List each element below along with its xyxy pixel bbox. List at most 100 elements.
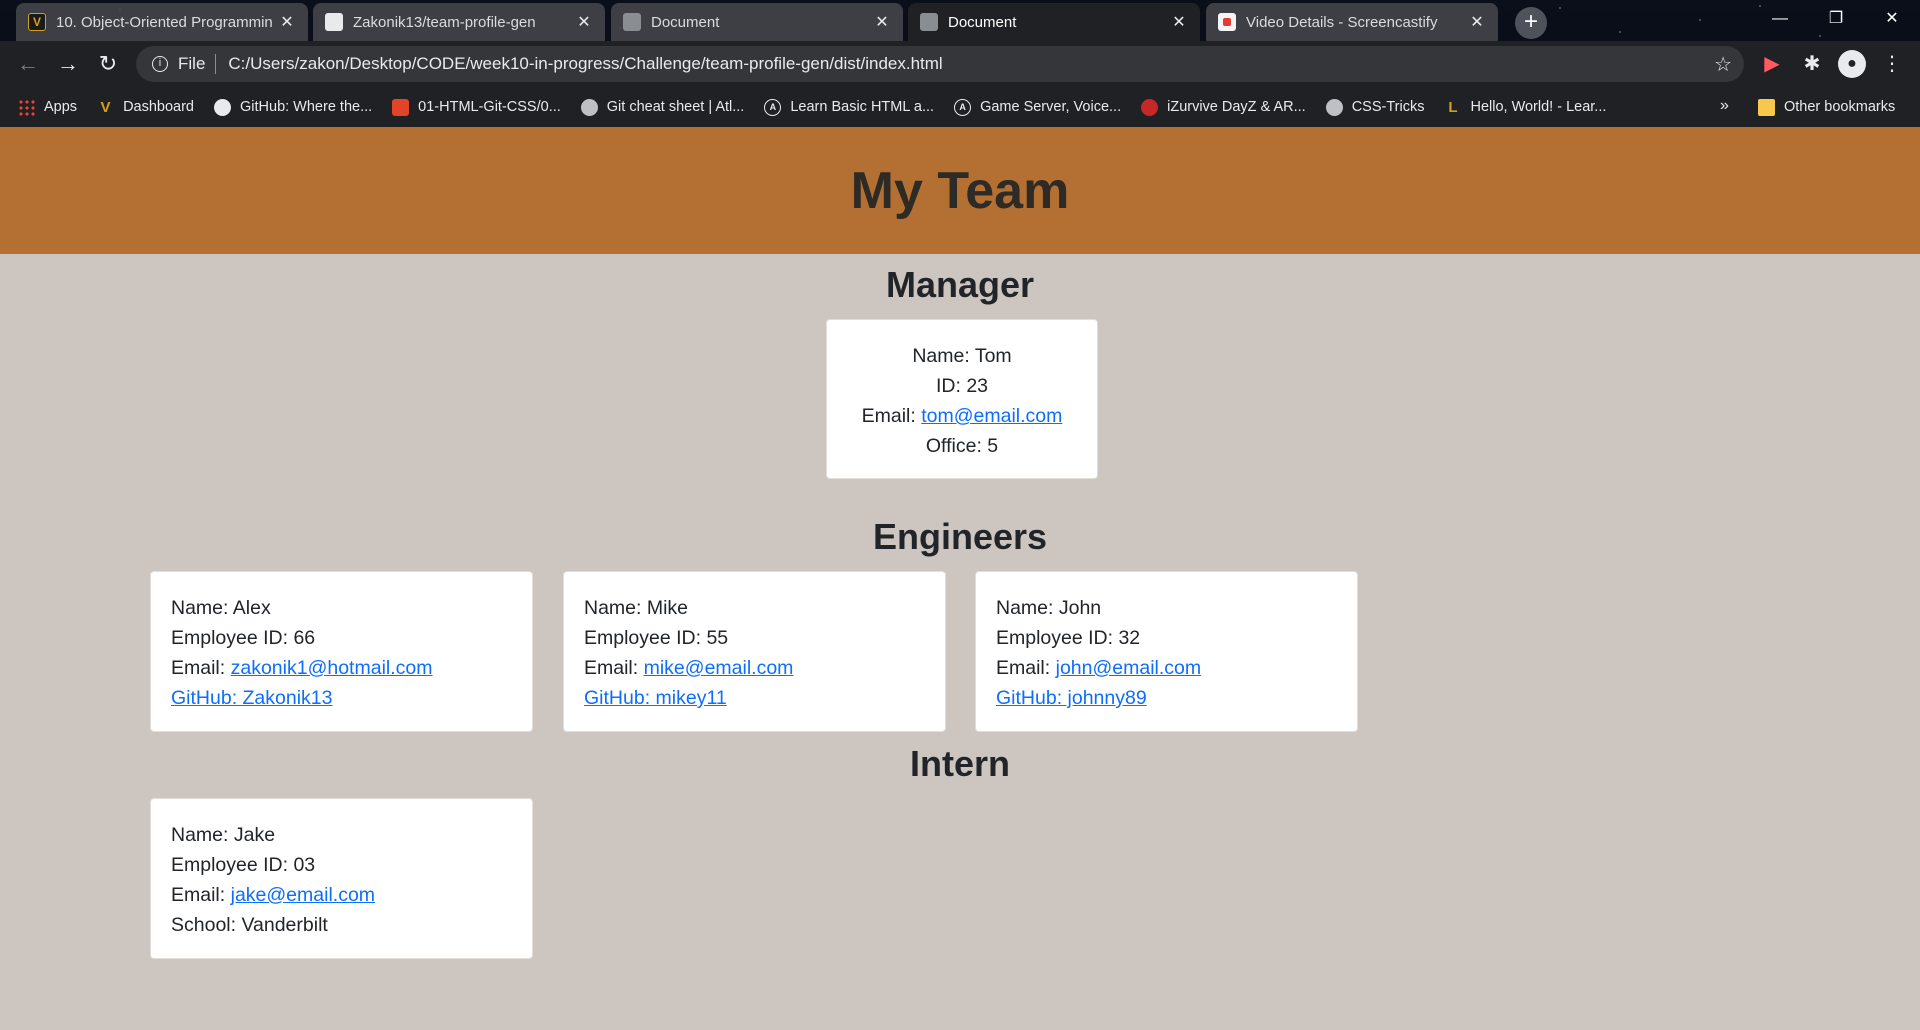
bookmark-label: GitHub: Where the... xyxy=(240,99,373,115)
tab-title: Document xyxy=(948,13,1017,31)
a-icon: A xyxy=(764,98,782,116)
browser-chrome: V 10. Object-Oriented Programmin ✕ Zakon… xyxy=(0,0,1920,127)
tab-object-oriented[interactable]: V 10. Object-Oriented Programmin ✕ xyxy=(16,3,308,41)
tab-title: Zakonik13/team-profile-gen xyxy=(353,13,536,31)
a-icon: A xyxy=(954,98,972,116)
engineer-id: Employee ID: 66 xyxy=(171,627,316,649)
bookmark-izurvive[interactable]: iZurvive DayZ & AR... xyxy=(1141,98,1306,116)
tab-document-1[interactable]: Document ✕ xyxy=(611,3,903,41)
engineer-github-link[interactable]: GitHub: mikey11 xyxy=(584,687,727,709)
restore-icon[interactable]: ❐ xyxy=(1808,0,1864,38)
engineer-email-link[interactable]: zakonik1@hotmail.com xyxy=(231,657,433,679)
page-content: My Team Manager Name: Tom ID: 23 Email: … xyxy=(0,127,1920,1030)
intern-name: Name: Jake xyxy=(171,824,276,846)
bookmark-dashboard[interactable]: V Dashboard xyxy=(97,99,194,116)
github-icon xyxy=(214,98,231,116)
tab-screencastify[interactable]: Video Details - Screencastify ✕ xyxy=(1206,3,1498,41)
profile-avatar-icon[interactable]: ● xyxy=(1838,50,1866,78)
close-window-icon[interactable]: ✕ xyxy=(1864,0,1920,38)
back-arrow-icon[interactable]: ← xyxy=(14,50,42,78)
bookmark-label: Learn Basic HTML a... xyxy=(790,99,935,115)
globe-icon xyxy=(580,98,598,116)
bookmark-label: Hello, World! - Lear... xyxy=(1470,99,1607,115)
new-tab-button[interactable]: + xyxy=(1515,7,1547,39)
bookmark-hello-world[interactable]: L Hello, World! - Lear... xyxy=(1444,99,1606,116)
bookmark-label: iZurvive DayZ & AR... xyxy=(1167,99,1306,115)
engineer-github-link[interactable]: GitHub: Zakonik13 xyxy=(171,687,333,709)
intern-email-line: Email: jake@email.com xyxy=(171,880,512,910)
scheme-label: File xyxy=(178,54,206,73)
url-text[interactable]: C:/Users/zakon/Desktop/CODE/week10-in-pr… xyxy=(228,54,942,74)
engineer-card: Name: Alex Employee ID: 66 Email: zakoni… xyxy=(150,571,533,732)
bookmark-label: CSS-Tricks xyxy=(1351,99,1425,115)
bookmark-star-icon[interactable]: ☆ xyxy=(1714,52,1732,77)
engineer-github-link[interactable]: GitHub: johnny89 xyxy=(996,687,1147,709)
close-icon[interactable]: ✕ xyxy=(1170,12,1188,32)
address-bar[interactable]: i File C:/Users/zakon/Desktop/CODE/week1… xyxy=(136,46,1744,82)
l-icon: L xyxy=(1448,98,1458,116)
close-icon[interactable]: ✕ xyxy=(575,12,593,32)
minimize-icon[interactable]: — xyxy=(1752,0,1808,38)
bookmark-label: Other bookmarks xyxy=(1784,99,1896,115)
manager-card: Name: Tom ID: 23 Email: tom@email.com Of… xyxy=(826,319,1098,479)
email-prefix: Email: xyxy=(171,884,231,906)
reload-icon[interactable]: ↻ xyxy=(94,50,122,78)
engineer-github-line: GitHub: Zakonik13 xyxy=(171,683,512,713)
menu-kebab-icon[interactable]: ⋮ xyxy=(1878,50,1906,78)
globe-favicon-icon xyxy=(623,13,641,31)
email-prefix: Email: xyxy=(171,657,231,679)
globe-favicon-icon xyxy=(920,13,938,31)
bookmark-gitlab[interactable]: 01-HTML-Git-CSS/0... xyxy=(392,98,561,116)
intern-school: School: Vanderbilt xyxy=(171,914,328,936)
email-prefix: Email: xyxy=(861,405,922,427)
email-prefix: Email: xyxy=(584,657,644,679)
tab-title: Video Details - Screencastify xyxy=(1246,13,1438,31)
engineer-email-link[interactable]: john@email.com xyxy=(1056,657,1202,679)
gitlab-icon xyxy=(392,98,410,116)
engineer-github-line: GitHub: johnny89 xyxy=(996,683,1337,713)
bookmark-game-server[interactable]: A Game Server, Voice... xyxy=(954,98,1121,116)
vanderbilt-favicon-icon: V xyxy=(28,13,46,31)
bookmark-git-cheat-sheet[interactable]: Git cheat sheet | Atl... xyxy=(580,98,745,116)
manager-email-link[interactable]: tom@email.com xyxy=(921,405,1062,427)
bookmarks-overflow-chevron-icon[interactable]: » xyxy=(1720,97,1729,115)
apps-grid-icon xyxy=(18,98,35,116)
manager-office: Office: 5 xyxy=(925,435,999,457)
engineer-name: Name: Mike xyxy=(584,597,689,619)
bookmark-learn-html[interactable]: A Learn Basic HTML a... xyxy=(764,98,935,116)
extensions-puzzle-icon[interactable]: ✱ xyxy=(1798,50,1826,78)
tab-document-active[interactable]: Document ✕ xyxy=(908,3,1200,41)
bookmark-css-tricks[interactable]: CSS-Tricks xyxy=(1325,98,1425,116)
github-favicon-icon xyxy=(325,13,343,31)
screencastify-extension-icon[interactable]: ▶ xyxy=(1758,50,1786,78)
forward-arrow-icon[interactable]: → xyxy=(54,50,82,78)
bookmark-apps[interactable]: Apps xyxy=(18,98,77,116)
bookmark-github[interactable]: GitHub: Where the... xyxy=(214,98,373,116)
other-bookmarks[interactable]: Other bookmarks xyxy=(1758,87,1895,127)
info-icon[interactable]: i xyxy=(152,56,168,72)
manager-id: ID: 23 xyxy=(935,375,989,397)
close-icon[interactable]: ✕ xyxy=(1468,12,1486,32)
email-prefix: Email: xyxy=(996,657,1056,679)
folder-icon xyxy=(1758,98,1775,116)
close-icon[interactable]: ✕ xyxy=(873,12,891,32)
team-header: My Team xyxy=(0,127,1920,254)
globe-icon xyxy=(1325,98,1343,116)
engineer-id: Employee ID: 55 xyxy=(584,627,729,649)
window-controls: — ❐ ✕ xyxy=(1752,0,1920,38)
tab-title: Document xyxy=(651,13,720,31)
engineer-card: Name: John Employee ID: 32 Email: john@e… xyxy=(975,571,1358,732)
bookmark-label: Git cheat sheet | Atl... xyxy=(606,99,745,115)
tab-github-repo[interactable]: Zakonik13/team-profile-gen ✕ xyxy=(313,3,605,41)
engineer-github-line: GitHub: mikey11 xyxy=(584,683,925,713)
engineer-card: Name: Mike Employee ID: 55 Email: mike@e… xyxy=(563,571,946,732)
engineer-id: Employee ID: 32 xyxy=(996,627,1141,649)
engineer-name: Name: Alex xyxy=(171,597,271,619)
engineer-email-link[interactable]: mike@email.com xyxy=(644,657,794,679)
intern-email-link[interactable]: jake@email.com xyxy=(231,884,375,906)
close-icon[interactable]: ✕ xyxy=(278,12,296,32)
page-title: My Team xyxy=(850,161,1070,220)
tab-title: 10. Object-Oriented Programmin xyxy=(56,13,273,31)
tab-strip: V 10. Object-Oriented Programmin ✕ Zakon… xyxy=(0,0,1920,41)
screencastify-favicon-icon xyxy=(1218,13,1236,31)
